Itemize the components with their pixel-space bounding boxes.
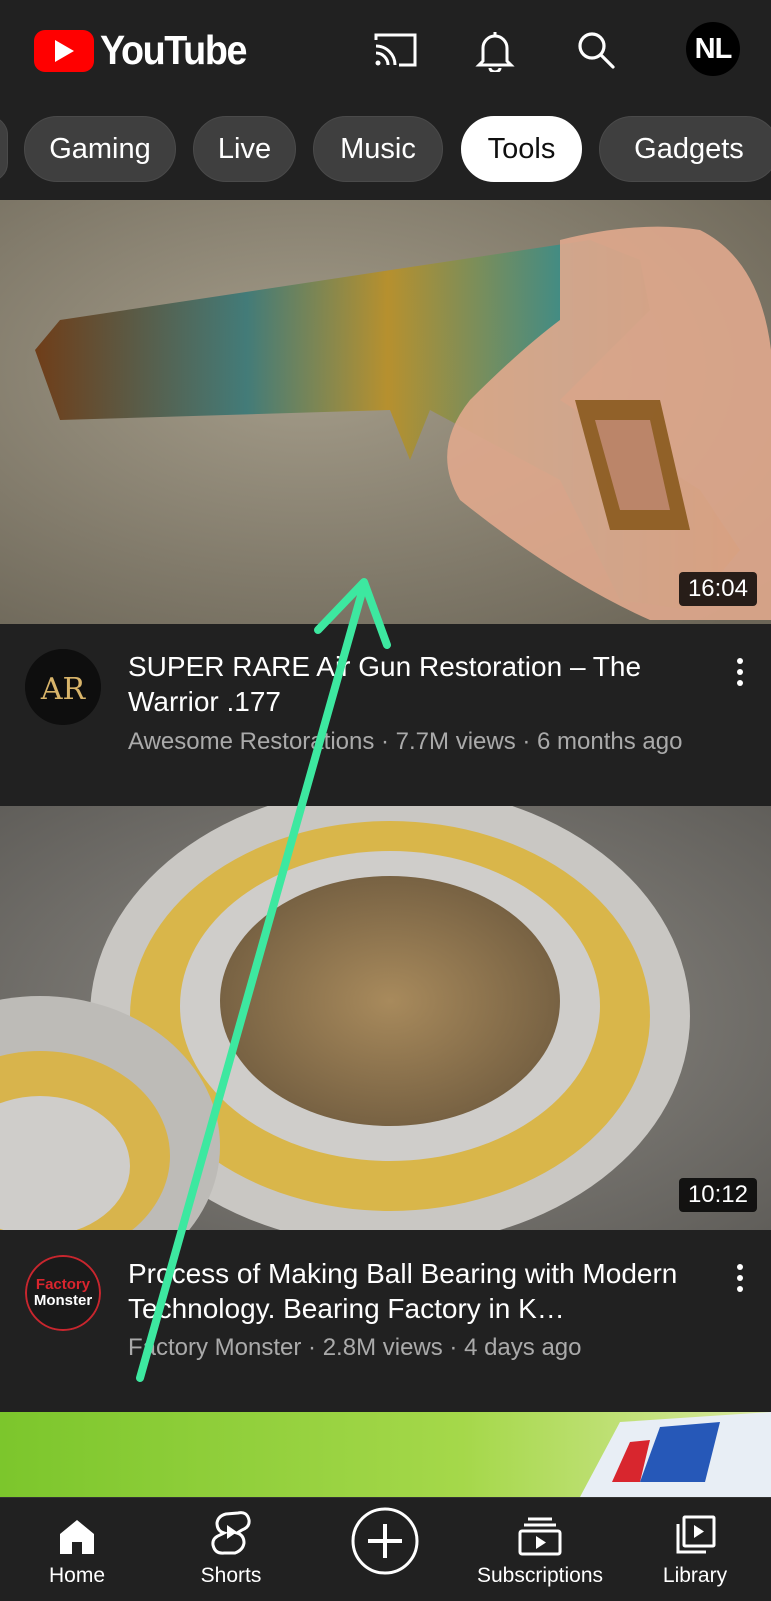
channel-avatar[interactable]: Factory Monster — [25, 1255, 101, 1331]
svg-text:AR: AR — [40, 672, 87, 707]
chip-tools[interactable]: Tools — [461, 116, 582, 182]
youtube-wordmark: YouTube — [100, 27, 247, 73]
more-vertical-icon[interactable] — [731, 1258, 749, 1298]
video-subtitle: Awesome Restorations · 7.7M views · 6 mo… — [128, 728, 683, 755]
shorts-icon — [211, 1498, 251, 1556]
nav-home[interactable]: Home — [35, 1498, 119, 1601]
chip-gadgets[interactable]: Gadgets — [599, 116, 771, 182]
thumbnail-image-ball-bearing — [0, 806, 771, 1230]
video-duration: 16:04 — [678, 572, 757, 606]
nav-shorts-label: Shorts — [200, 1564, 262, 1587]
search-icon[interactable] — [571, 25, 621, 75]
nav-subscriptions[interactable]: Subscriptions — [470, 1498, 610, 1601]
chip-live[interactable]: Live — [193, 116, 296, 182]
bottom-navigation: Home Shorts Subscriptions Library — [0, 1497, 771, 1601]
nav-library[interactable]: Library — [650, 1498, 740, 1601]
video-thumbnail-1[interactable]: 16:04 — [0, 200, 771, 624]
category-chips: Gaming Live Music Tools Gadgets — [0, 116, 771, 184]
video-title[interactable]: Process of Making Ball Bearing with Mode… — [128, 1256, 708, 1326]
nav-subscriptions-label: Subscriptions — [476, 1564, 604, 1587]
youtube-play-icon — [34, 29, 94, 72]
youtube-logo[interactable]: YouTube — [34, 27, 259, 74]
nav-shorts[interactable]: Shorts — [186, 1498, 276, 1601]
svg-text:Monster: Monster — [34, 1292, 93, 1309]
nav-library-label: Library — [662, 1564, 728, 1587]
chip-music[interactable]: Music — [313, 116, 443, 182]
channel-avatar[interactable]: AR — [25, 649, 101, 725]
top-app-bar: YouTube NL — [0, 0, 771, 100]
video-meta-2[interactable]: Factory Monster Process of Making Ball B… — [0, 1230, 771, 1412]
bell-icon[interactable] — [470, 25, 520, 75]
video-subtitle: Factory Monster · 2.8M views · 4 days ag… — [128, 1334, 582, 1361]
nav-home-label: Home — [48, 1564, 106, 1587]
video-title[interactable]: SUPER RARE Air Gun Restoration – The War… — [128, 649, 708, 719]
video-thumbnail-3[interactable] — [0, 1412, 771, 1497]
thumbnail-image-air-gun — [0, 200, 771, 624]
create-button[interactable] — [343, 1498, 427, 1601]
thumbnail-image-glue — [0, 1412, 771, 1497]
cast-icon[interactable] — [370, 25, 420, 75]
video-meta-1[interactable]: AR SUPER RARE Air Gun Restoration – The … — [0, 624, 771, 806]
chip-gaming[interactable]: Gaming — [24, 116, 176, 182]
home-icon — [58, 1498, 96, 1556]
subscriptions-icon — [518, 1498, 562, 1556]
account-avatar[interactable]: NL — [686, 22, 740, 76]
more-vertical-icon[interactable] — [731, 652, 749, 692]
video-duration: 10:12 — [678, 1178, 757, 1212]
chip-partial[interactable] — [0, 116, 8, 182]
video-thumbnail-2[interactable]: 10:12 — [0, 806, 771, 1230]
plus-circle-icon — [350, 1498, 420, 1584]
library-icon — [674, 1498, 716, 1556]
svg-text:Factory: Factory — [36, 1276, 91, 1293]
